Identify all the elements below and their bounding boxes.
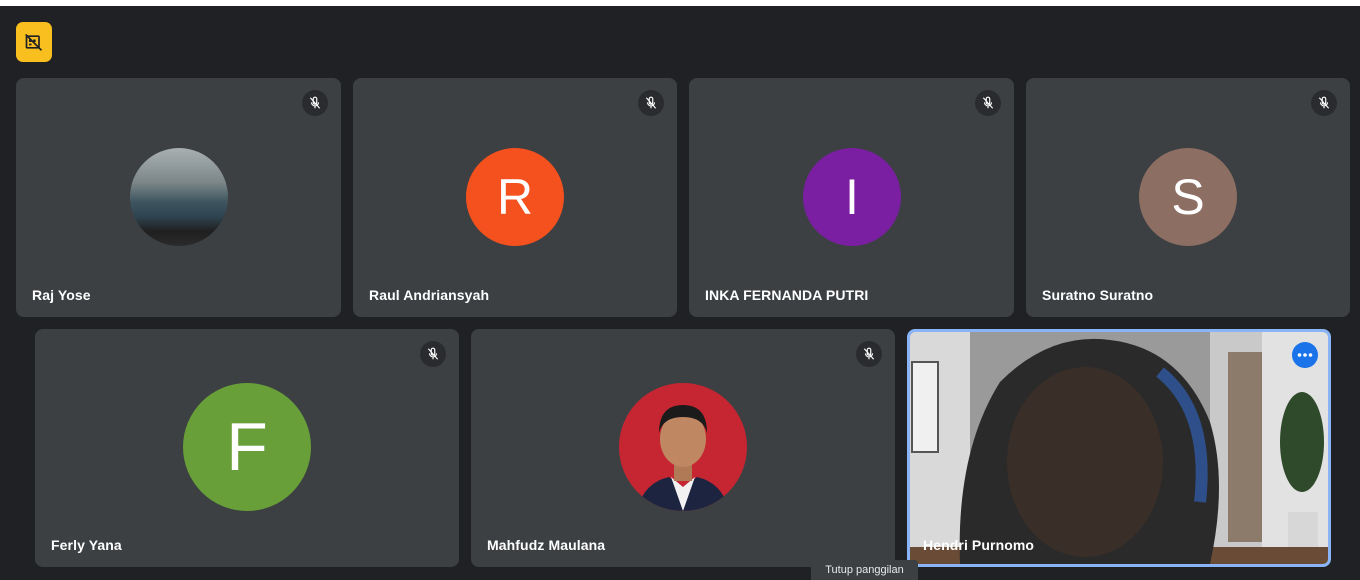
avatar-initial: S bbox=[1139, 148, 1237, 246]
mute-indicator bbox=[856, 341, 882, 367]
participant-name: INKA FERNANDA PUTRI bbox=[705, 287, 869, 303]
participant-name: Suratno Suratno bbox=[1042, 287, 1154, 303]
participant-tile-raul-andriansyah[interactable]: R Raul Andriansyah bbox=[353, 78, 677, 317]
mic-off-icon bbox=[863, 347, 875, 360]
participant-name: Raj Yose bbox=[32, 287, 91, 303]
mic-off-icon bbox=[427, 347, 439, 360]
video-feed bbox=[910, 332, 1328, 564]
mic-off-icon bbox=[1318, 96, 1330, 109]
mute-indicator bbox=[638, 90, 664, 116]
avatar-photo bbox=[619, 383, 747, 511]
mic-off-icon bbox=[309, 96, 321, 109]
participant-tile-inka-fernanda-putri[interactable]: I INKA FERNANDA PUTRI bbox=[689, 78, 1014, 317]
participant-tile-suratno-suratno[interactable]: S Suratno Suratno bbox=[1026, 78, 1350, 317]
more-options-icon bbox=[1297, 353, 1313, 357]
participant-name: Hendri Purnomo bbox=[923, 537, 1035, 553]
video-off-icon bbox=[25, 33, 43, 51]
mute-indicator bbox=[302, 90, 328, 116]
end-call-tooltip: Tutup panggilan bbox=[811, 560, 918, 580]
more-options-button[interactable] bbox=[1292, 342, 1318, 368]
participant-tile-hendri-purnomo[interactable]: Hendri Purnomo bbox=[907, 329, 1331, 567]
camera-off-badge[interactable] bbox=[16, 22, 52, 62]
participant-name: Ferly Yana bbox=[51, 537, 122, 553]
participant-tile-raj-yose[interactable]: Raj Yose bbox=[16, 78, 341, 317]
avatar-initial: R bbox=[466, 148, 564, 246]
mute-indicator bbox=[1311, 90, 1337, 116]
window-top-strip bbox=[0, 0, 1360, 6]
participant-name: Mahfudz Maulana bbox=[487, 537, 606, 553]
mic-off-icon bbox=[645, 96, 657, 109]
participant-name: Raul Andriansyah bbox=[369, 287, 490, 303]
mute-indicator bbox=[975, 90, 1001, 116]
avatar-photo bbox=[130, 148, 228, 246]
avatar-initial: I bbox=[803, 148, 901, 246]
mic-off-icon bbox=[982, 96, 994, 109]
participant-tile-mahfudz-maulana[interactable]: Mahfudz Maulana bbox=[471, 329, 895, 567]
participant-tile-ferly-yana[interactable]: F Ferly Yana bbox=[35, 329, 459, 567]
avatar-initial: F bbox=[183, 383, 311, 511]
mute-indicator bbox=[420, 341, 446, 367]
portrait-photo bbox=[637, 405, 729, 511]
